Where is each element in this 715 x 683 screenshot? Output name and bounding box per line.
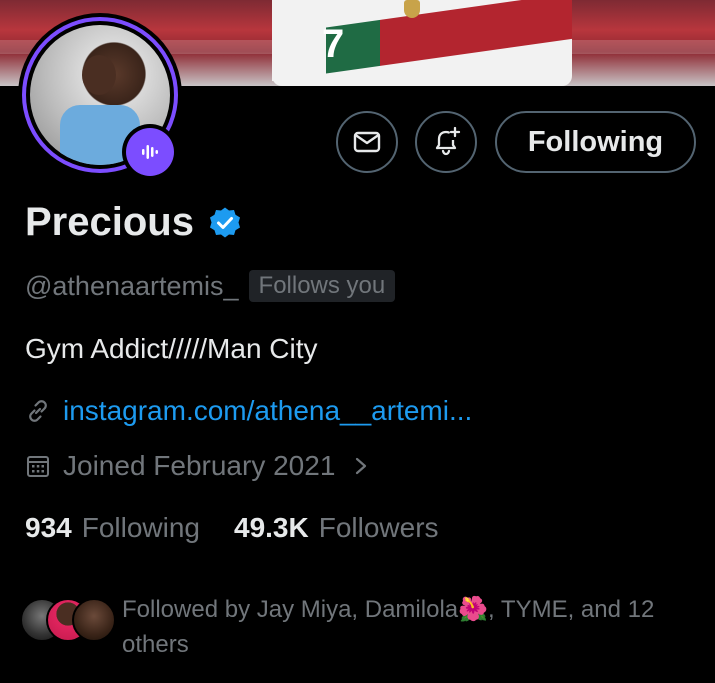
- chevron-right-icon: [353, 456, 369, 476]
- followed-by-text: Followed by Jay Miya, Damilola🌺, TYME, a…: [122, 592, 682, 662]
- mail-icon: [353, 131, 381, 153]
- following-stat[interactable]: 934 Following: [25, 512, 200, 544]
- bell-plus-icon: [435, 126, 461, 156]
- profile-name-row: Precious: [25, 200, 242, 245]
- profile-link-row: instagram.com/athena__artemi...: [25, 395, 472, 427]
- notify-button[interactable]: [415, 111, 477, 173]
- link-icon: [29, 400, 47, 422]
- profile-name: Precious: [25, 200, 194, 244]
- joined-row[interactable]: Joined February 2021: [25, 450, 369, 482]
- avatar-face: [82, 55, 116, 95]
- joined-date: Joined February 2021: [63, 450, 336, 481]
- profile-handle: @athenaartemis_: [25, 270, 239, 301]
- follow-stats: 934 Following 49.3K Followers: [25, 512, 439, 544]
- handle-row: @athenaartemis_ Follows you: [25, 270, 396, 302]
- following-button[interactable]: Following: [495, 111, 696, 173]
- profile-bio: Gym Addict/////Man City: [25, 333, 318, 364]
- following-label: Following: [81, 512, 200, 543]
- followers-stat[interactable]: 49.3K Followers: [234, 512, 439, 544]
- microphone-wave-icon: [142, 145, 158, 159]
- followed-by-prefix: Followed by Jay Miya, Damilola: [122, 596, 459, 623]
- followed-by-row[interactable]: Followed by Jay Miya, Damilola🌺, TYME, a…: [20, 592, 682, 662]
- banner-crest: [404, 0, 420, 18]
- follows-you-badge: Follows you: [248, 270, 396, 302]
- spaces-badge[interactable]: [122, 124, 178, 180]
- profile-link[interactable]: instagram.com/athena__artemi...: [63, 395, 472, 427]
- followers-count: 49.3K: [234, 512, 309, 543]
- spaces-badge-inner: [126, 128, 174, 176]
- verified-badge-icon[interactable]: [208, 206, 242, 240]
- followed-by-avatars: [20, 598, 116, 650]
- follower-avatar: [72, 598, 116, 642]
- hibiscus-emoji: 🌺: [458, 596, 489, 623]
- followers-label: Followers: [318, 512, 439, 543]
- banner-jersey-number: 7: [322, 22, 345, 66]
- message-button[interactable]: [336, 111, 398, 173]
- calendar-icon: [27, 456, 49, 477]
- following-count: 934: [25, 512, 72, 543]
